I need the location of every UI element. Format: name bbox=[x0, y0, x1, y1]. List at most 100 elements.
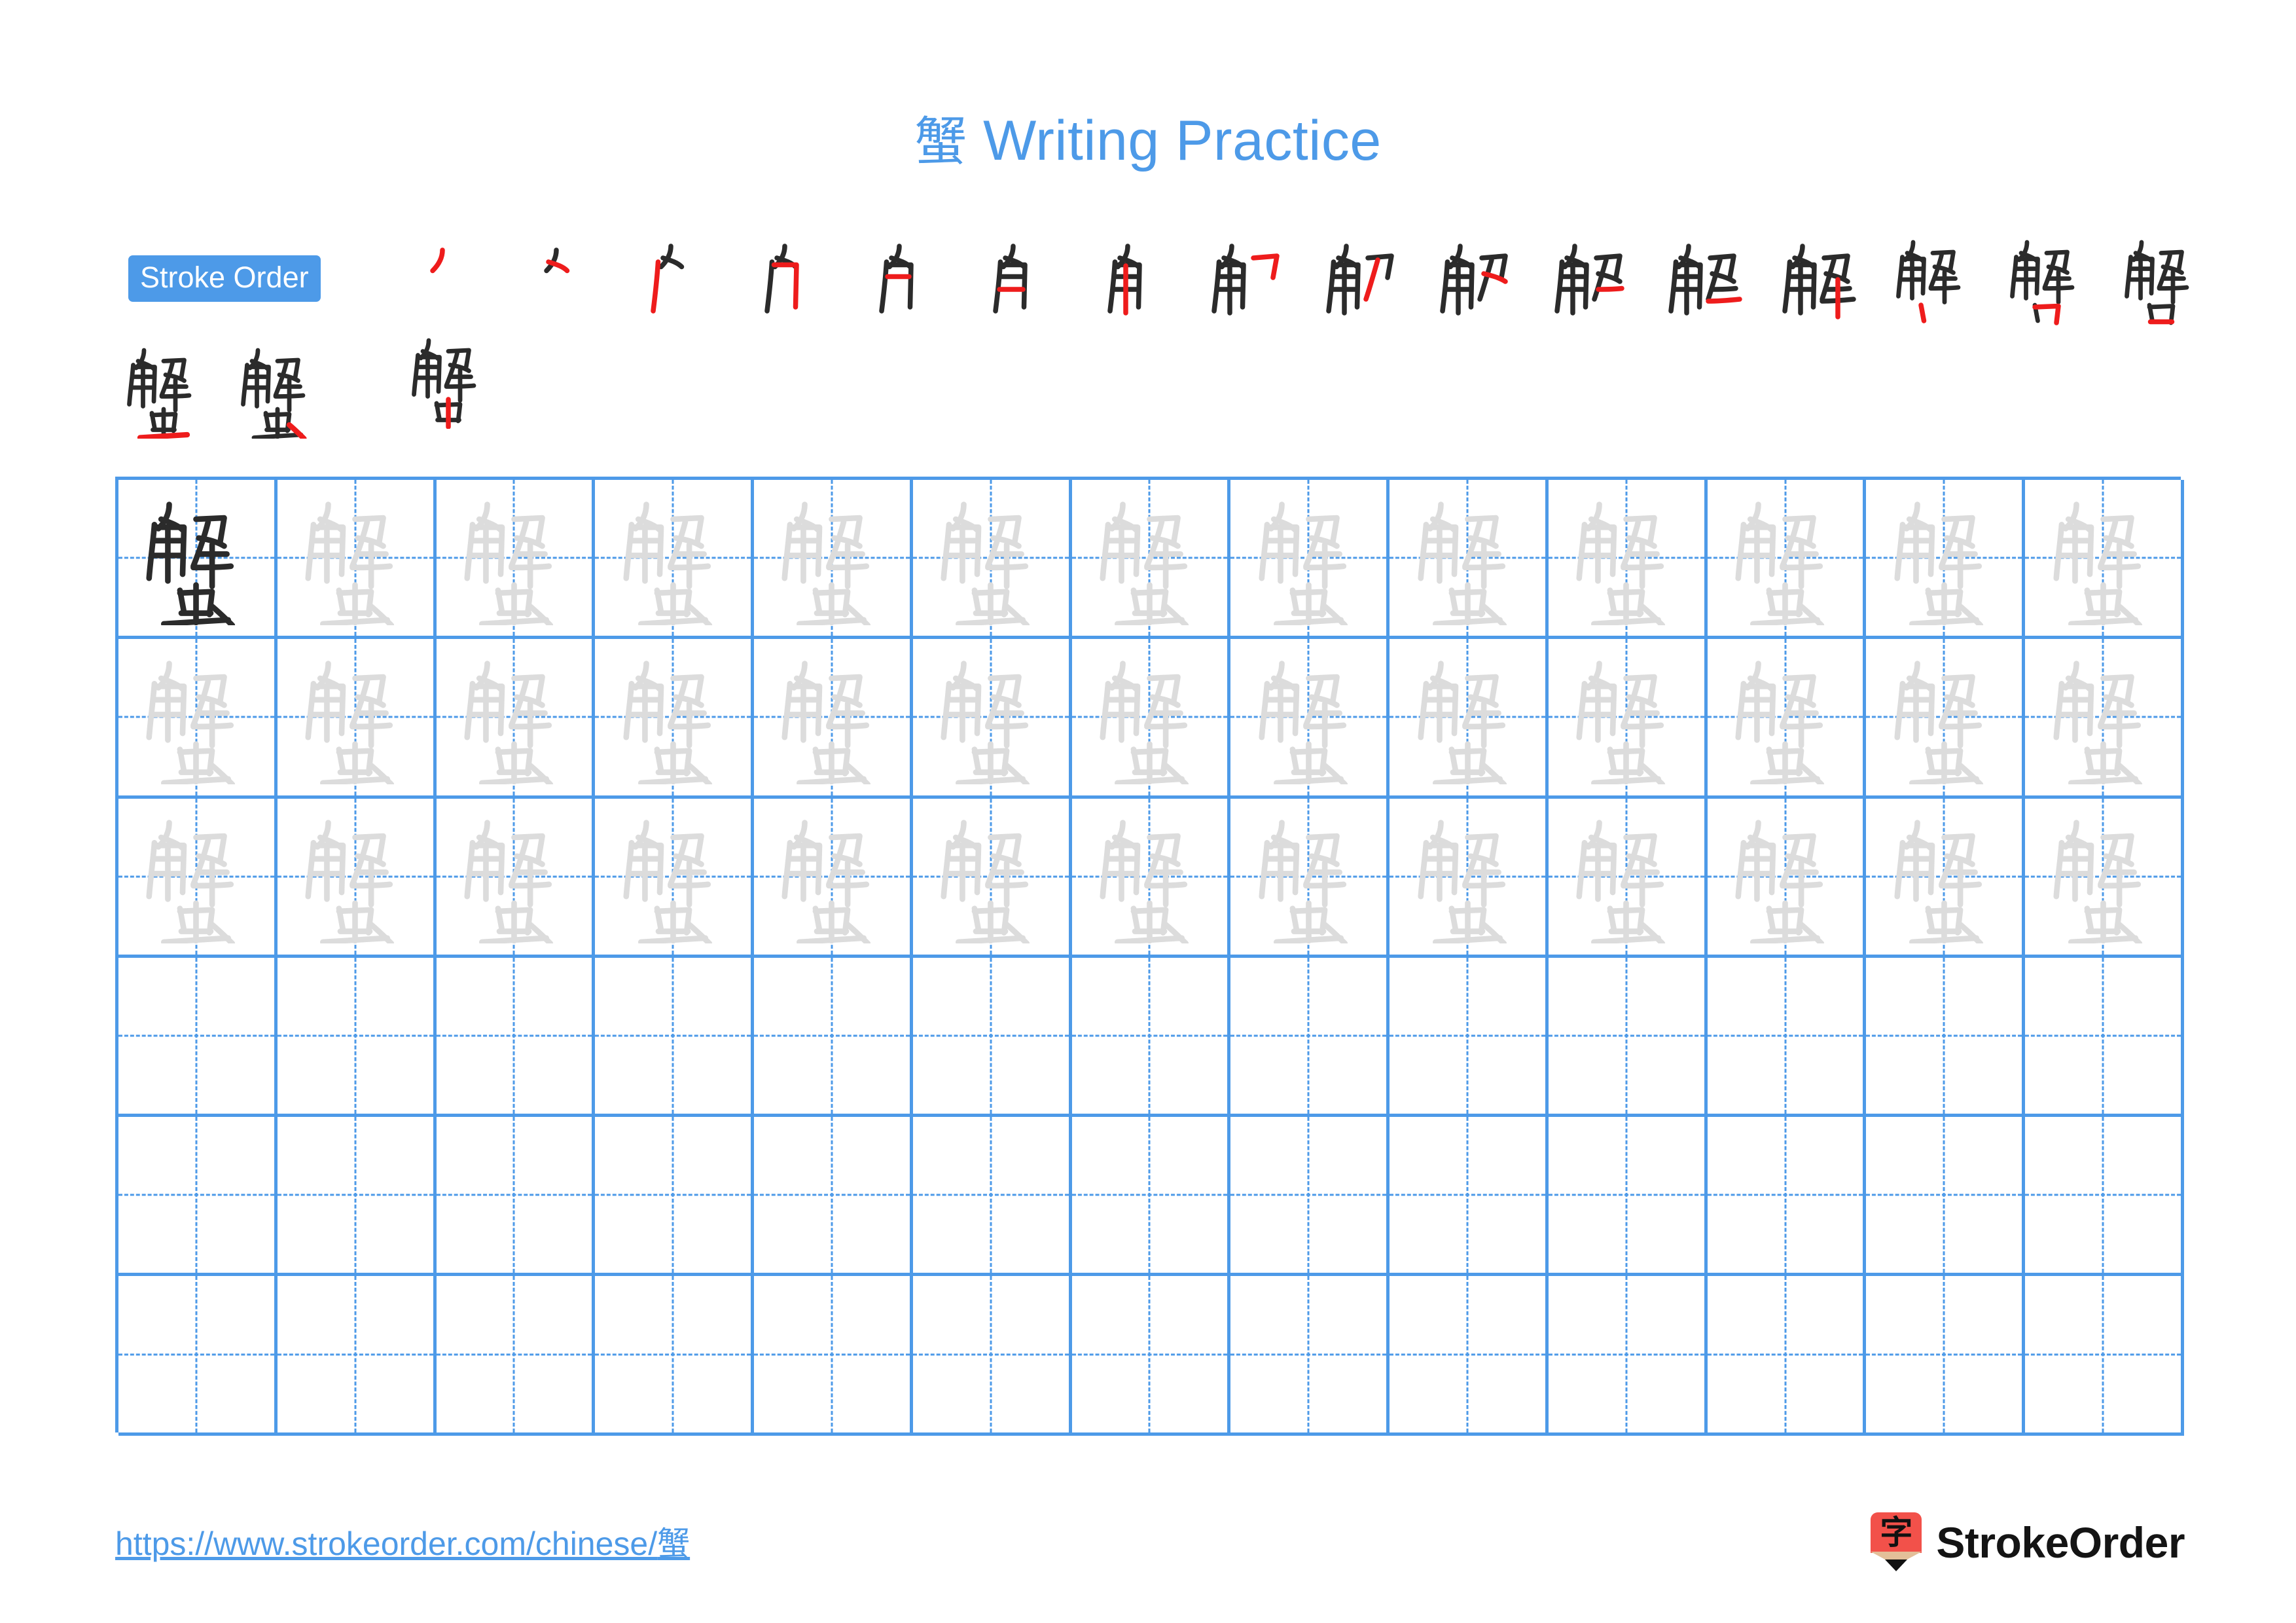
practice-cell-blank[interactable] bbox=[436, 957, 596, 1118]
character-svg bbox=[1100, 661, 1189, 784]
source-url-link[interactable]: https://www.strokeorder.com/chinese/蟹 bbox=[115, 1522, 690, 1565]
practice-cell-trace[interactable] bbox=[1866, 480, 2026, 640]
practice-cell-trace[interactable] bbox=[436, 639, 596, 799]
practice-cell-trace[interactable] bbox=[277, 639, 437, 799]
practice-cell-trace[interactable] bbox=[912, 798, 1072, 958]
page-title-suffix: Writing Practice bbox=[967, 109, 1382, 172]
practice-cell-trace[interactable] bbox=[1230, 639, 1390, 799]
practice-cell-blank[interactable] bbox=[1230, 1276, 1390, 1436]
practice-cell-trace[interactable] bbox=[1230, 798, 1390, 958]
practice-cell-trace[interactable] bbox=[754, 798, 913, 958]
character-glyph-trace bbox=[1230, 639, 1386, 795]
practice-cell-trace[interactable] bbox=[754, 639, 913, 799]
stroke-step-13 bbox=[1769, 232, 1880, 331]
practice-cell-blank[interactable] bbox=[277, 957, 437, 1118]
practice-cell-blank[interactable] bbox=[754, 1117, 913, 1277]
stroke-glyph-15 bbox=[2010, 240, 2075, 325]
character-glyph-trace bbox=[1866, 480, 2022, 636]
stroke-step-16 bbox=[2112, 232, 2223, 331]
practice-cell-blank[interactable] bbox=[595, 1117, 755, 1277]
stroke-step-5 bbox=[856, 232, 967, 331]
practice-cell-blank[interactable] bbox=[1390, 1117, 1549, 1277]
practice-cell-blank[interactable] bbox=[277, 1276, 437, 1436]
stroke-step-15 bbox=[1998, 232, 2109, 331]
practice-cell-blank[interactable] bbox=[277, 1117, 437, 1277]
practice-cell-trace[interactable] bbox=[595, 639, 755, 799]
practice-cell-blank[interactable] bbox=[2025, 1276, 2184, 1436]
character-glyph-trace bbox=[1708, 480, 1863, 636]
practice-cell-blank[interactable] bbox=[754, 1276, 913, 1436]
practice-cell-blank[interactable] bbox=[1230, 1117, 1390, 1277]
practice-cell-blank[interactable] bbox=[436, 1117, 596, 1277]
practice-cell-trace[interactable] bbox=[1071, 480, 1231, 640]
practice-cell-blank[interactable] bbox=[1390, 957, 1549, 1118]
practice-cell-blank[interactable] bbox=[118, 957, 278, 1118]
practice-cell-trace[interactable] bbox=[1390, 798, 1549, 958]
practice-cell-trace[interactable] bbox=[436, 480, 596, 640]
practice-cell-model[interactable] bbox=[118, 480, 278, 640]
practice-cell-trace[interactable] bbox=[1071, 639, 1231, 799]
practice-cell-blank[interactable] bbox=[1071, 1276, 1231, 1436]
stroke-step-18 bbox=[115, 340, 226, 439]
practice-cell-blank[interactable] bbox=[1548, 1276, 1708, 1436]
practice-cell-blank[interactable] bbox=[1866, 1276, 2026, 1436]
practice-cell-trace[interactable] bbox=[595, 480, 755, 640]
practice-cell-blank[interactable] bbox=[912, 957, 1072, 1118]
practice-cell-blank[interactable] bbox=[1707, 1117, 1867, 1277]
practice-cell-trace[interactable] bbox=[1390, 639, 1549, 799]
practice-cell-blank[interactable] bbox=[912, 1276, 1072, 1436]
practice-cell-blank[interactable] bbox=[2025, 957, 2184, 1118]
brand-logo[interactable]: 字 StrokeOrder bbox=[1871, 1512, 2185, 1573]
character-glyph-trace bbox=[1708, 639, 1863, 795]
practice-cell-blank[interactable] bbox=[1548, 957, 1708, 1118]
practice-cell-blank[interactable] bbox=[1866, 957, 2026, 1118]
practice-cell-blank[interactable] bbox=[754, 957, 913, 1118]
practice-cell-blank[interactable] bbox=[436, 1276, 596, 1436]
character-svg bbox=[623, 661, 712, 784]
practice-cell-trace[interactable] bbox=[277, 480, 437, 640]
character-glyph-trace bbox=[1549, 639, 1704, 795]
practice-cell-trace[interactable] bbox=[118, 639, 278, 799]
practice-cell-blank[interactable] bbox=[2025, 1117, 2184, 1277]
practice-cell-trace[interactable] bbox=[118, 798, 278, 958]
practice-cell-blank[interactable] bbox=[1071, 957, 1231, 1118]
practice-cell-trace[interactable] bbox=[1548, 480, 1708, 640]
practice-cell-trace[interactable] bbox=[1707, 480, 1867, 640]
stroke-glyph-4 bbox=[764, 244, 800, 314]
character-glyph-trace bbox=[595, 639, 751, 795]
practice-cell-trace[interactable] bbox=[754, 480, 913, 640]
practice-cell-trace[interactable] bbox=[2025, 798, 2184, 958]
practice-cell-blank[interactable] bbox=[1707, 1276, 1867, 1436]
practice-cell-trace[interactable] bbox=[2025, 480, 2184, 640]
practice-cell-blank[interactable] bbox=[1390, 1276, 1549, 1436]
practice-cell-trace[interactable] bbox=[1390, 480, 1549, 640]
practice-cell-trace[interactable] bbox=[436, 798, 596, 958]
practice-cell-blank[interactable] bbox=[595, 1276, 755, 1436]
practice-cell-blank[interactable] bbox=[912, 1117, 1072, 1277]
practice-cell-trace[interactable] bbox=[1707, 798, 1867, 958]
practice-cell-trace[interactable] bbox=[1548, 798, 1708, 958]
practice-cell-trace[interactable] bbox=[1548, 639, 1708, 799]
practice-cell-trace[interactable] bbox=[1071, 798, 1231, 958]
character-svg bbox=[464, 661, 554, 784]
practice-cell-trace[interactable] bbox=[1866, 798, 2026, 958]
practice-cell-blank[interactable] bbox=[1230, 957, 1390, 1118]
practice-cell-blank[interactable] bbox=[118, 1117, 278, 1277]
practice-cell-blank[interactable] bbox=[1866, 1117, 2026, 1277]
practice-cell-blank[interactable] bbox=[1707, 957, 1867, 1118]
practice-cell-blank[interactable] bbox=[118, 1276, 278, 1436]
practice-cell-trace[interactable] bbox=[1866, 639, 2026, 799]
practice-cell-trace[interactable] bbox=[2025, 639, 2184, 799]
practice-cell-trace[interactable] bbox=[912, 639, 1072, 799]
practice-cell-trace[interactable] bbox=[595, 798, 755, 958]
practice-grid-row bbox=[118, 480, 2184, 640]
practice-cell-blank[interactable] bbox=[1071, 1117, 1231, 1277]
practice-cell-blank[interactable] bbox=[595, 957, 755, 1118]
character-svg bbox=[1576, 501, 1666, 625]
practice-cell-trace[interactable] bbox=[1230, 480, 1390, 640]
practice-cell-trace[interactable] bbox=[1707, 639, 1867, 799]
stroke-step-8 bbox=[1198, 232, 1310, 331]
practice-cell-blank[interactable] bbox=[1548, 1117, 1708, 1277]
practice-cell-trace[interactable] bbox=[912, 480, 1072, 640]
practice-cell-trace[interactable] bbox=[277, 798, 437, 958]
